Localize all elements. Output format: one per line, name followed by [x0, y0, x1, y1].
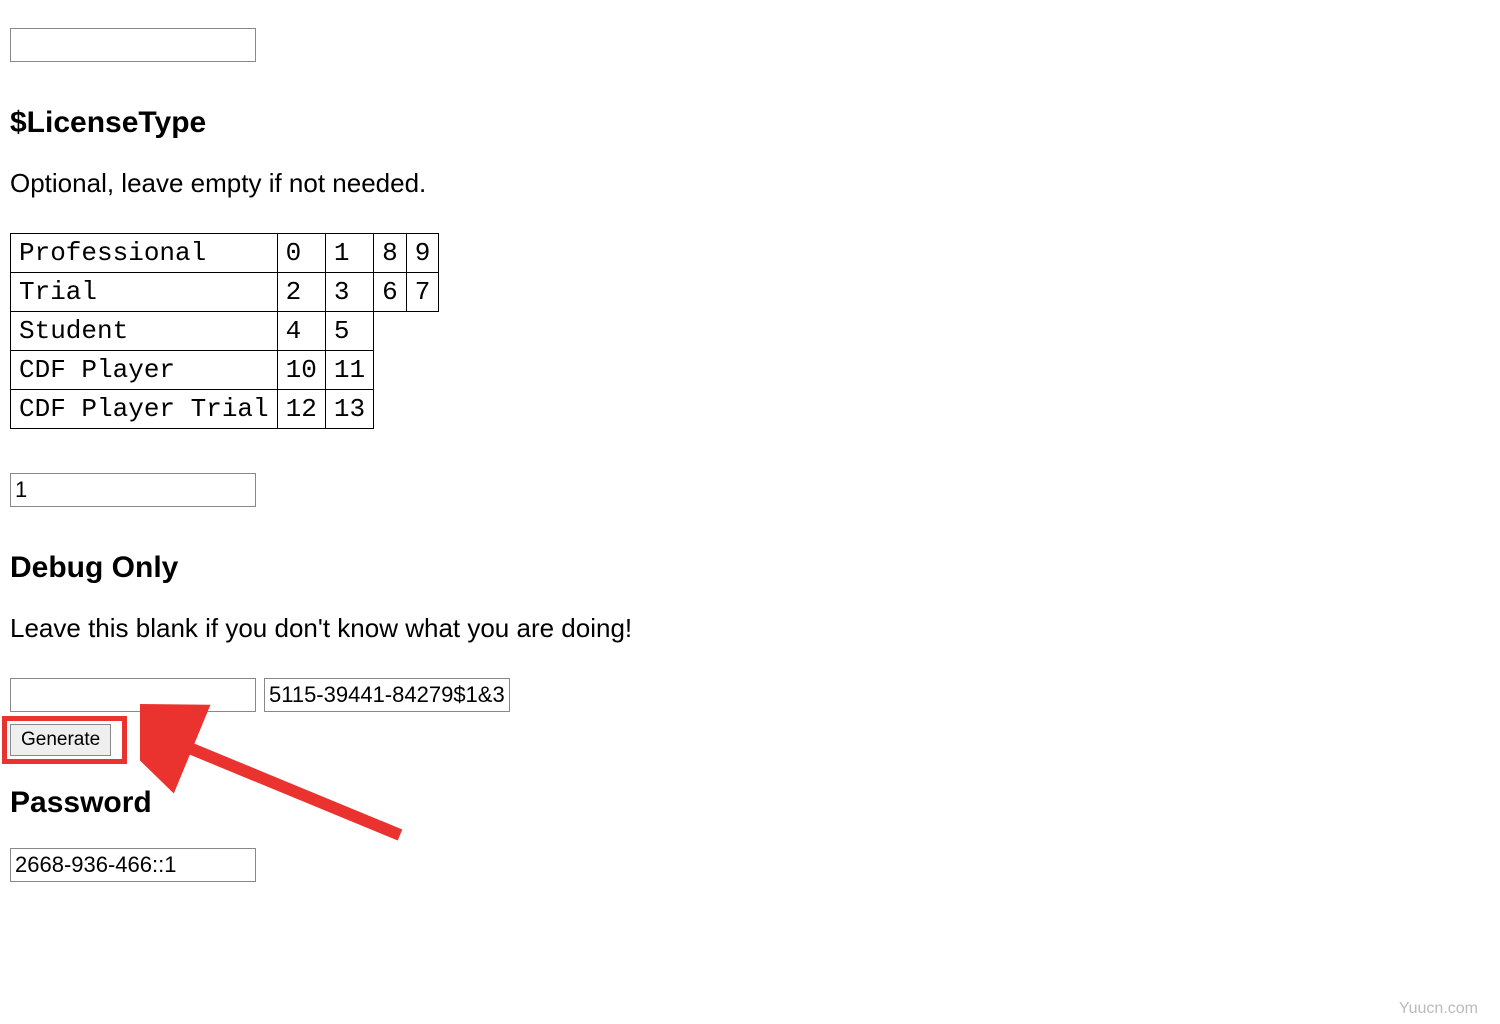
- license-value-cell: 13: [325, 390, 373, 429]
- generate-button[interactable]: Generate: [10, 724, 111, 756]
- license-value-cell: 11: [325, 351, 373, 390]
- license-value-cell: 1: [325, 234, 373, 273]
- license-name-cell: CDF Player: [11, 351, 278, 390]
- license-type-description: Optional, leave empty if not needed.: [10, 168, 1490, 199]
- license-value-cell: 7: [406, 273, 439, 312]
- table-row: CDF Player1011: [11, 351, 439, 390]
- password-heading: Password: [10, 786, 1490, 820]
- license-value-cell: 9: [406, 234, 439, 273]
- license-value-cell: 6: [374, 273, 407, 312]
- license-name-cell: Trial: [11, 273, 278, 312]
- license-type-input[interactable]: [10, 473, 256, 507]
- license-value-cell: [406, 390, 439, 429]
- table-row: Trial2367: [11, 273, 439, 312]
- license-value-cell: 0: [277, 234, 325, 273]
- license-value-cell: 12: [277, 390, 325, 429]
- license-value-cell: 10: [277, 351, 325, 390]
- license-name-cell: CDF Player Trial: [11, 390, 278, 429]
- table-row: CDF Player Trial1213: [11, 390, 439, 429]
- debug-description: Leave this blank if you don't know what …: [10, 613, 1490, 644]
- table-row: Student45: [11, 312, 439, 351]
- table-row: Professional0189: [11, 234, 439, 273]
- debug-heading: Debug Only: [10, 551, 1490, 585]
- license-value-cell: 2: [277, 273, 325, 312]
- footer-credit: Yuucn.com: [1399, 1000, 1478, 1018]
- top-input[interactable]: [10, 28, 256, 62]
- license-value-cell: 5: [325, 312, 373, 351]
- password-output[interactable]: [10, 848, 256, 882]
- license-value-cell: [374, 312, 407, 351]
- license-type-heading: $LicenseType: [10, 106, 1490, 140]
- license-value-cell: [374, 351, 407, 390]
- license-value-cell: 8: [374, 234, 407, 273]
- debug-input-1[interactable]: [10, 678, 256, 712]
- license-name-cell: Student: [11, 312, 278, 351]
- license-value-cell: [374, 390, 407, 429]
- license-name-cell: Professional: [11, 234, 278, 273]
- license-value-cell: [406, 351, 439, 390]
- license-value-cell: [406, 312, 439, 351]
- license-value-cell: 4: [277, 312, 325, 351]
- license-type-table: Professional0189Trial2367Student45CDF Pl…: [10, 233, 439, 429]
- debug-input-2[interactable]: [264, 678, 510, 712]
- license-value-cell: 3: [325, 273, 373, 312]
